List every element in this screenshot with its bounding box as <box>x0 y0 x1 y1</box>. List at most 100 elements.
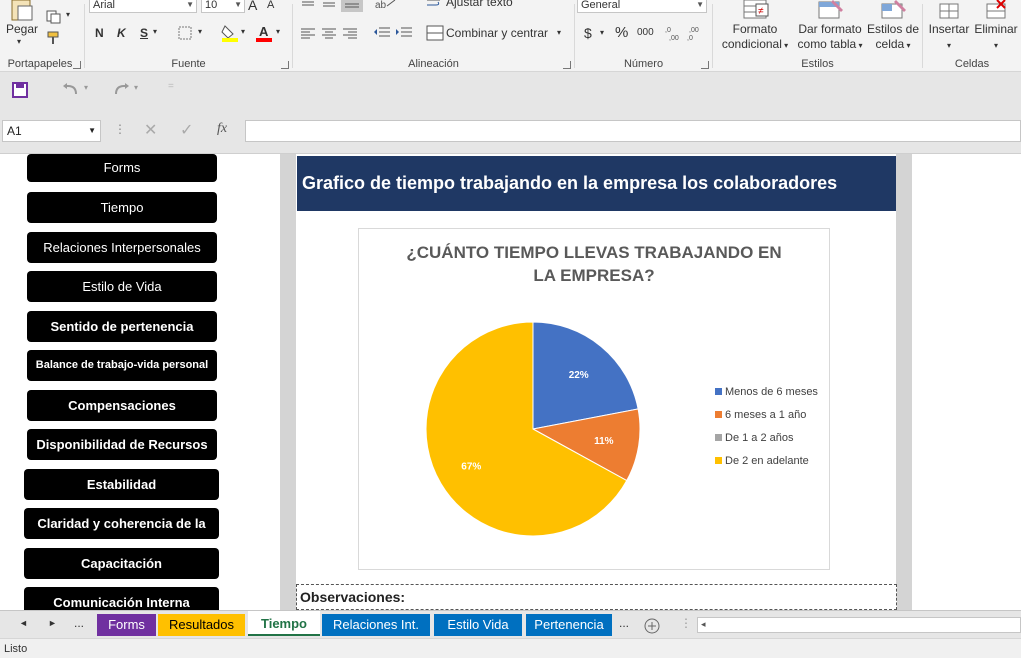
align-bottom-icon[interactable] <box>341 0 363 12</box>
align-middle-icon[interactable] <box>321 0 337 10</box>
decrease-decimal-icon[interactable]: ,00,0 <box>687 24 705 42</box>
font-color-dropdown-icon[interactable]: ▾ <box>276 27 280 36</box>
number-launcher-icon[interactable] <box>701 61 709 69</box>
nav-button[interactable]: Relaciones Interpersonales <box>27 232 217 263</box>
undo-icon[interactable] <box>62 82 80 98</box>
align-top-icon[interactable] <box>300 0 316 10</box>
bold-button[interactable]: N <box>95 26 104 40</box>
svg-text:,0: ,0 <box>665 27 671 34</box>
format-painter-icon[interactable] <box>46 31 62 45</box>
formula-input[interactable] <box>245 120 1021 142</box>
sheet-tab[interactable]: Forms <box>97 614 156 636</box>
copy-icon[interactable] <box>46 10 62 24</box>
font-color-icon[interactable]: A <box>255 24 273 42</box>
underline-button[interactable]: S <box>140 26 148 40</box>
number-format-select[interactable]: General ▼ <box>577 0 707 13</box>
borders-icon[interactable] <box>178 26 194 40</box>
merge-center-button[interactable]: Combinar y centrar <box>446 26 548 40</box>
fill-color-dropdown-icon[interactable]: ▾ <box>241 27 245 36</box>
insert-button[interactable]: Insertar ▾ <box>927 0 971 53</box>
save-icon[interactable] <box>12 82 28 98</box>
horizontal-scrollbar[interactable]: ◂ <box>697 617 1021 633</box>
orientation-icon[interactable]: ab <box>373 0 397 10</box>
tab-splitter-icon[interactable]: ⋮ <box>680 616 692 630</box>
pie-chart[interactable]: ¿CUÁNTO TIEMPO LLEVAS TRABAJANDO EN LA E… <box>358 228 830 570</box>
increase-decimal-icon[interactable]: ,0,00 <box>665 24 683 42</box>
nav-button[interactable]: Comunicación Interna <box>24 587 219 610</box>
pie-data-label: 22% <box>569 370 589 381</box>
align-right-icon[interactable] <box>342 27 358 39</box>
font-size-select[interactable]: 10 ▼ <box>201 0 245 13</box>
nav-button[interactable]: Estilo de Vida <box>27 271 217 302</box>
cell-styles-line2: celda <box>875 37 905 51</box>
nav-button[interactable]: Estabilidad <box>24 469 219 500</box>
legend-label: 6 meses a 1 año <box>725 409 807 421</box>
wrap-text-icon[interactable] <box>426 0 442 9</box>
alignment-launcher-icon[interactable] <box>563 61 571 69</box>
conditional-format-icon: ≠ <box>743 0 769 19</box>
percent-button[interactable]: % <box>615 24 628 41</box>
sheet-tab[interactable]: Resultados <box>158 614 245 636</box>
sheet-tab[interactable]: Tiempo <box>248 611 320 636</box>
undo-dropdown-icon[interactable]: ▾ <box>84 83 88 92</box>
borders-dropdown-icon[interactable]: ▾ <box>198 27 202 36</box>
banner-title: Grafico de tiempo trabajando en la empre… <box>297 156 896 211</box>
tabs-more-left[interactable]: ... <box>74 616 84 630</box>
redo-icon[interactable] <box>112 82 130 98</box>
sheet-margin-left <box>280 154 296 610</box>
tabs-more-right[interactable]: ... <box>619 616 629 630</box>
sheet-tab[interactable]: Relaciones Int. <box>322 614 430 636</box>
insert-function-button[interactable]: fx <box>217 121 227 137</box>
currency-dropdown-icon[interactable]: ▾ <box>600 28 604 37</box>
underline-dropdown-icon[interactable]: ▾ <box>153 27 157 36</box>
align-center-icon[interactable] <box>321 27 337 39</box>
enter-icon[interactable]: ✓ <box>180 120 193 140</box>
merge-dropdown-icon[interactable]: ▾ <box>557 28 561 37</box>
fill-color-icon[interactable] <box>221 24 239 42</box>
add-sheet-icon[interactable] <box>643 617 661 635</box>
nav-button[interactable]: Disponibilidad de Recursos <box>27 429 217 460</box>
delete-cells-icon <box>986 0 1006 19</box>
svg-text:ab: ab <box>375 0 387 10</box>
nav-button[interactable]: Balance de trabajo-vida personal <box>27 350 217 381</box>
paste-icon[interactable] <box>8 0 36 22</box>
delete-button[interactable]: Eliminar ▾ <box>973 0 1019 53</box>
conditional-format-button[interactable]: ≠ Formato condicional ▾ <box>717 0 793 53</box>
currency-button[interactable]: $ <box>584 25 592 41</box>
align-left-icon[interactable] <box>300 27 316 39</box>
decrease-font-button[interactable]: A <box>267 0 274 11</box>
italic-button[interactable]: K <box>117 26 126 40</box>
clipboard-launcher-icon[interactable] <box>73 61 81 69</box>
thousands-button[interactable]: 000 <box>637 27 654 38</box>
format-as-table-button[interactable]: Dar formato como tabla ▾ <box>793 0 867 53</box>
cancel-icon[interactable]: ✕ <box>144 120 157 140</box>
wrap-text-button[interactable]: Ajustar texto <box>446 0 513 9</box>
redo-dropdown-icon[interactable]: ▾ <box>134 83 138 92</box>
increase-indent-icon[interactable] <box>395 26 413 40</box>
paste-dropdown-icon[interactable]: ▾ <box>17 37 21 46</box>
paste-button-label[interactable]: Pegar <box>6 22 38 36</box>
font-launcher-icon[interactable] <box>281 61 289 69</box>
decrease-indent-icon[interactable] <box>373 26 391 40</box>
nav-button[interactable]: Sentido de pertenencia <box>27 311 217 342</box>
increase-font-button[interactable]: A <box>248 0 257 13</box>
scroll-left-icon[interactable]: ◂ <box>701 619 706 630</box>
copy-dropdown-icon[interactable]: ▾ <box>66 10 70 19</box>
cell-styles-button[interactable]: Estilos de celda ▾ <box>865 0 921 53</box>
font-name-select[interactable]: Arial ▼ <box>89 0 197 13</box>
nav-button[interactable]: Compensaciones <box>27 390 217 421</box>
nav-button[interactable]: Tiempo <box>27 192 217 223</box>
sheet-tab[interactable]: Estilo Vida <box>434 614 522 636</box>
customize-qat-icon[interactable]: = <box>168 81 174 92</box>
sheet-tab[interactable]: Pertenencia <box>526 614 612 636</box>
format-as-table-line2: como tabla <box>797 37 857 51</box>
tab-scroll-left-icon[interactable]: ◄ <box>19 618 28 628</box>
nav-button[interactable]: Claridad y coherencia de la <box>24 508 219 539</box>
nav-button[interactable]: Capacitación <box>24 548 219 579</box>
chevron-down-icon: ▾ <box>856 41 863 50</box>
merge-center-icon[interactable] <box>426 25 444 41</box>
name-box[interactable]: A1 ▼ <box>2 120 101 142</box>
chevron-down-icon: ▼ <box>186 0 194 9</box>
nav-button[interactable]: Forms <box>27 154 217 182</box>
tab-scroll-right-icon[interactable]: ► <box>48 618 57 628</box>
